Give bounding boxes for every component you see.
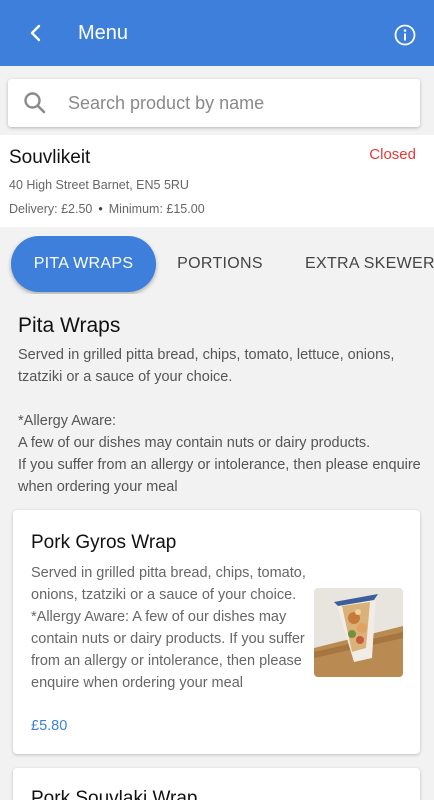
search-input[interactable]	[68, 92, 420, 114]
minimum-order: Minimum: £15.00	[108, 202, 205, 216]
product-price: £5.80	[31, 718, 68, 734]
store-address: 40 High Street Barnet, EN5 5RU	[9, 178, 189, 192]
page-title: Menu	[78, 21, 129, 44]
product-name: Pork Gyros Wrap	[31, 532, 177, 553]
info-button[interactable]	[394, 24, 416, 46]
delivery-fee: Delivery: £2.50	[9, 202, 93, 216]
store-status-badge: Closed	[369, 146, 416, 163]
category-tabs: PITA WRAPS PORTIONS EXTRA SKEWERS	[0, 236, 434, 294]
store-info: Souvlikeit Closed 40 High Street Barnet,…	[0, 135, 434, 227]
back-button[interactable]	[8, 0, 64, 66]
tab-portions[interactable]: PORTIONS	[166, 236, 274, 292]
product-description: Served in grilled pitta bread, chips, to…	[31, 565, 306, 691]
section-title: Pita Wraps	[18, 314, 121, 337]
store-delivery-info: Delivery: £2.50 • Minimum: £15.00	[9, 202, 205, 216]
chevron-left-icon	[30, 24, 41, 42]
separator-dot: •	[98, 202, 103, 216]
app-bar: Menu	[0, 0, 434, 66]
product-card[interactable]: Pork Souvlaki Wrap	[13, 768, 420, 800]
search-bar	[8, 79, 420, 127]
info-icon	[394, 24, 416, 46]
product-image	[314, 588, 403, 677]
product-name: Pork Souvlaki Wrap	[31, 788, 198, 800]
search-icon	[24, 92, 46, 114]
tab-extra-skewers[interactable]: EXTRA SKEWERS	[295, 236, 434, 292]
tab-pita-wraps[interactable]: PITA WRAPS	[11, 236, 156, 292]
section-description: Served in grilled pitta bread, chips, to…	[18, 347, 421, 495]
store-name: Souvlikeit	[9, 147, 91, 168]
product-card[interactable]: Pork Gyros Wrap Served in grilled pitta …	[13, 510, 420, 754]
